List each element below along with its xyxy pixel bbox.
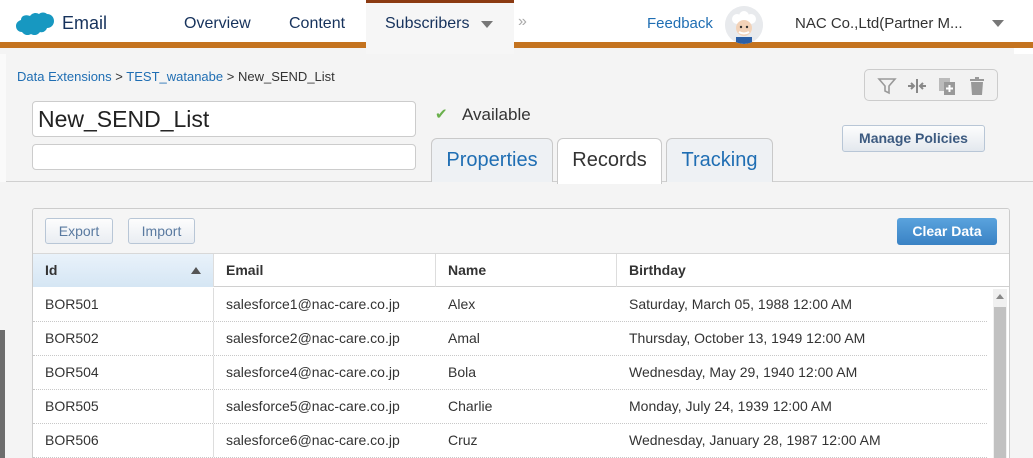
tab-records[interactable]: Records <box>557 138 662 184</box>
nav-tab-content[interactable]: Content <box>289 15 345 33</box>
cell-birthday: Wednesday, May 29, 1940 12:00 AM <box>629 364 858 380</box>
chevron-down-icon[interactable] <box>481 21 493 28</box>
app-name[interactable]: Email <box>62 13 107 34</box>
window-edge <box>0 330 5 458</box>
description-field[interactable] <box>32 144 416 170</box>
name-field[interactable]: New_SEND_List <box>32 101 416 137</box>
cell-email: salesforce4@nac-care.co.jp <box>226 364 400 380</box>
split-icon[interactable] <box>907 76 927 96</box>
breadcrumb-current: New_SEND_List <box>237 69 335 84</box>
export-button[interactable]: Export <box>45 218 113 244</box>
cell-id: BOR501 <box>33 288 214 321</box>
cell-birthday: Monday, July 24, 1939 12:00 AM <box>629 398 832 414</box>
nav-tab-overview[interactable]: Overview <box>184 15 251 33</box>
icon-toolbar <box>864 69 998 101</box>
clear-data-button[interactable]: Clear Data <box>897 218 997 245</box>
import-button[interactable]: Import <box>128 218 195 244</box>
cell-email: salesforce1@nac-care.co.jp <box>226 296 400 312</box>
status-text: Available <box>462 105 531 124</box>
column-header-email[interactable]: Email <box>214 254 436 287</box>
tab-tracking[interactable]: Tracking <box>666 138 773 182</box>
left-strip <box>0 54 6 182</box>
check-icon: ✔ <box>435 106 448 123</box>
breadcrumb-test-watanabe[interactable]: TEST_watanabe <box>126 69 223 84</box>
cell-email: salesforce2@nac-care.co.jp <box>226 330 400 346</box>
cell-id: BOR504 <box>33 356 214 389</box>
salesforce-cloud-logo[interactable] <box>13 11 55 39</box>
breadcrumb-separator: > <box>115 69 123 84</box>
column-header-label: Id <box>45 262 58 278</box>
breadcrumb-data-extensions[interactable]: Data Extensions <box>17 69 112 84</box>
account-menu[interactable]: NAC Co.,Ltd(Partner M... <box>795 15 985 32</box>
cell-id: BOR502 <box>33 322 214 355</box>
chevron-down-icon[interactable] <box>992 20 1004 27</box>
column-header-birthday[interactable]: Birthday <box>617 254 1009 287</box>
top-nav: Email Overview Content Subscribers » Fee… <box>0 0 1033 54</box>
cell-id: BOR505 <box>33 390 214 423</box>
vertical-scrollbar[interactable] <box>993 289 1007 458</box>
grid-header: Id Email Name Birthday <box>33 253 1009 287</box>
cell-name: Alex <box>448 296 476 312</box>
records-panel: Export Import Clear Data Id Email Name B… <box>32 208 1010 458</box>
more-tabs-icon[interactable]: » <box>518 13 527 31</box>
cell-name: Charlie <box>448 398 493 414</box>
scroll-up-icon[interactable] <box>996 294 1004 299</box>
table-row[interactable]: BOR501 salesforce1@nac-care.co.jp Alex S… <box>33 288 987 322</box>
cell-email: salesforce6@nac-care.co.jp <box>226 432 400 448</box>
feedback-link[interactable]: Feedback <box>647 15 713 32</box>
cell-name: Amal <box>448 330 480 346</box>
breadcrumb-separator: > <box>226 69 235 84</box>
records-toolbar: Export Import Clear Data <box>33 209 1009 253</box>
cell-name: Bola <box>448 364 477 380</box>
table-row[interactable]: BOR506 salesforce6@nac-care.co.jp Cruz W… <box>33 424 987 458</box>
breadcrumb: Data Extensions > TEST_watanabe > New_SE… <box>17 69 335 84</box>
nav-tab-subscribers[interactable]: Subscribers <box>385 15 469 33</box>
cell-name: Cruz <box>448 432 478 448</box>
trash-icon[interactable] <box>967 76 987 96</box>
cell-birthday: Wednesday, January 28, 1987 12:00 AM <box>629 432 881 448</box>
table-row[interactable]: BOR505 salesforce5@nac-care.co.jp Charli… <box>33 390 987 424</box>
avatar[interactable] <box>725 6 763 44</box>
column-header-name[interactable]: Name <box>436 254 617 287</box>
cell-birthday: Saturday, March 05, 1988 12:00 AM <box>629 296 853 312</box>
manage-policies-button[interactable]: Manage Policies <box>842 125 985 152</box>
table-row[interactable]: BOR504 salesforce4@nac-care.co.jp Bola W… <box>33 356 987 390</box>
einstein-avatar-icon <box>725 6 763 44</box>
column-header-id[interactable]: Id <box>33 254 214 287</box>
scrollbar-thumb[interactable] <box>994 307 1006 458</box>
cell-email: salesforce5@nac-care.co.jp <box>226 398 400 414</box>
copy-add-icon[interactable] <box>937 76 957 96</box>
table-row[interactable]: BOR502 salesforce2@nac-care.co.jp Amal T… <box>33 322 987 356</box>
filter-icon[interactable] <box>877 76 897 96</box>
cell-birthday: Thursday, October 13, 1949 12:00 AM <box>629 330 866 346</box>
tab-properties[interactable]: Properties <box>431 138 553 182</box>
cell-id: BOR506 <box>33 424 214 457</box>
sort-ascending-icon[interactable] <box>191 267 201 274</box>
